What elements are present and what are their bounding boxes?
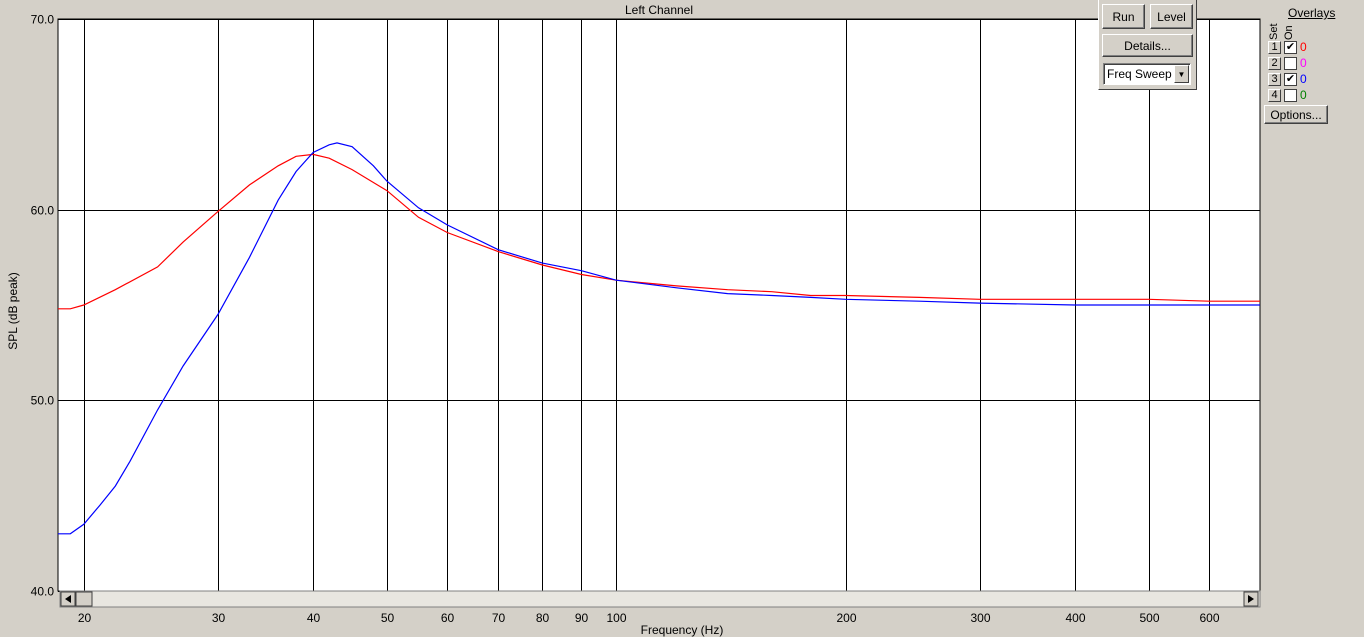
overlay-checkbox-3[interactable]: ✔ <box>1284 73 1297 86</box>
x-tick-label: 70 <box>492 611 506 625</box>
overlay-checkbox-4[interactable] <box>1284 89 1297 102</box>
x-tick-label: 300 <box>970 611 990 625</box>
overlay-row-4: 40 <box>1268 89 1358 103</box>
overlay-count-4: 0 <box>1300 88 1307 102</box>
mode-select[interactable]: Freq Sweep ▼ <box>1103 63 1191 85</box>
y-axis-label: SPL (dB peak) <box>6 272 20 350</box>
x-tick-label: 90 <box>575 611 589 625</box>
y-tick-label: 60.0 <box>31 204 55 218</box>
mode-select-value: Freq Sweep <box>1107 67 1172 81</box>
overlay-count-1: 0 <box>1300 40 1307 54</box>
level-button[interactable]: Level <box>1150 4 1193 29</box>
scroll-thumb[interactable] <box>75 591 93 607</box>
overlay-row-3: 3 ✔ 0 <box>1268 73 1358 87</box>
chart-title: Left Channel <box>625 3 693 17</box>
x-tick-label: 30 <box>212 611 226 625</box>
x-tick-label: 20 <box>78 611 92 625</box>
x-tick-label: 50 <box>381 611 395 625</box>
y-tick-label: 70.0 <box>31 13 55 27</box>
spl-chart: 20 30 40 50 60 70 80 90 100 200 300 400 500 600 40.0 50… <box>6 3 1261 637</box>
chart-panel: 20 30 40 50 60 70 80 90 100 200 300 400 500 600 40.0 50… <box>0 0 1262 637</box>
overlays-panel: Overlays Set On 1 ✔ 0 2 0 3 ✔ 0 4 0 <box>1262 0 1364 637</box>
overlay-set-button-3[interactable]: 3 <box>1268 73 1281 86</box>
overlay-count-3: 0 <box>1300 72 1307 86</box>
x-tick-label: 100 <box>606 611 626 625</box>
x-tick-label: 500 <box>1139 611 1159 625</box>
overlay-count-2: 0 <box>1300 56 1307 70</box>
overlay-checkbox-2[interactable] <box>1284 57 1297 70</box>
x-tick-label: 400 <box>1065 611 1085 625</box>
x-tick-label: 60 <box>441 611 455 625</box>
x-tick-label: 600 <box>1199 611 1219 625</box>
scrollbar-track <box>59 590 1261 608</box>
on-column-label: On <box>1283 25 1295 40</box>
x-tick-label: 40 <box>307 611 321 625</box>
y-tick-label: 50.0 <box>31 394 55 408</box>
overlay-checkbox-1[interactable]: ✔ <box>1284 41 1297 54</box>
x-tick-label: 80 <box>536 611 550 625</box>
overlay-set-button-4[interactable]: 4 <box>1268 89 1281 102</box>
overlay-row-2: 20 <box>1268 57 1358 71</box>
details-button[interactable]: Details... <box>1102 34 1193 57</box>
options-button[interactable]: Options... <box>1264 105 1328 124</box>
y-tick-label: 40.0 <box>31 585 55 599</box>
overlay-set-button-2[interactable]: 2 <box>1268 57 1281 70</box>
overlay-row-1: 1 ✔ 0 <box>1268 41 1358 55</box>
overlays-title: Overlays <box>1288 6 1336 20</box>
run-button[interactable]: Run <box>1102 4 1145 29</box>
overlay-set-button-1[interactable]: 1 <box>1268 41 1281 54</box>
x-axis-label: Frequency (Hz) <box>641 623 724 637</box>
chevron-down-icon[interactable]: ▼ <box>1174 65 1189 83</box>
set-column-label: Set <box>1268 23 1280 40</box>
x-tick-label: 200 <box>836 611 856 625</box>
